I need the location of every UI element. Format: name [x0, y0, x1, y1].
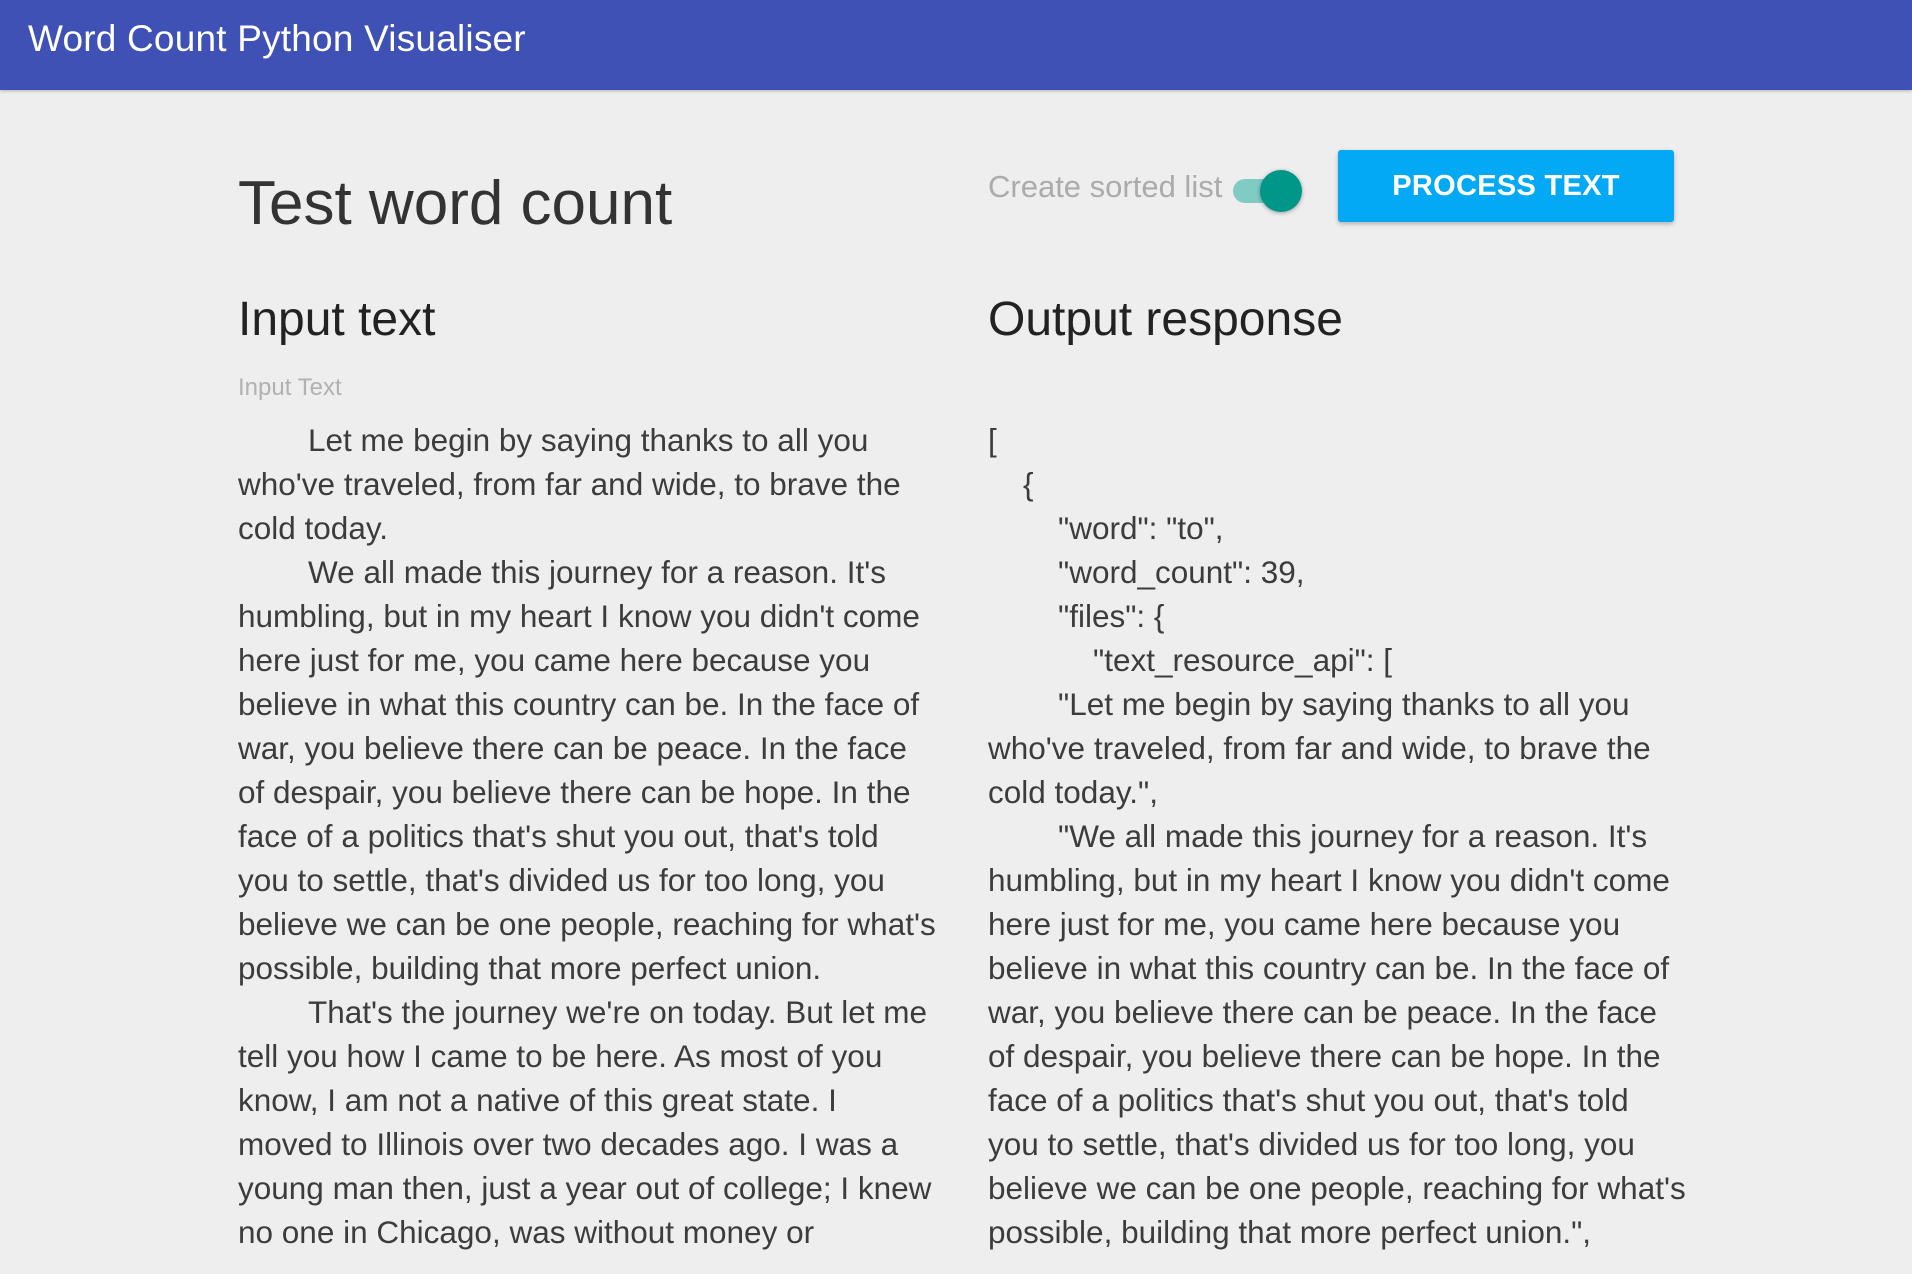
output-section-title: Output response — [988, 293, 1343, 346]
process-text-button[interactable]: PROCESS TEXT — [1338, 150, 1674, 222]
page-title: Test word count — [238, 169, 673, 238]
toggle-label: Create sorted list — [988, 169, 1223, 204]
output-response: [ { "word": "to", "word_count": 39, "fil… — [988, 422, 1686, 1250]
input-section-title: Input text — [238, 293, 436, 346]
sorted-list-toggle-group: Create sorted list — [988, 164, 1303, 212]
app-bar: Word Count Python Visualiser — [0, 0, 1912, 90]
toggle-thumb[interactable] — [1260, 170, 1303, 212]
sorted-list-toggle[interactable] — [1230, 164, 1303, 212]
app-title: Word Count Python Visualiser — [28, 18, 526, 59]
input-text-field[interactable]: Let me begin by saying thanks to all you… — [238, 418, 938, 1274]
input-text-label: Input Text — [238, 374, 342, 401]
